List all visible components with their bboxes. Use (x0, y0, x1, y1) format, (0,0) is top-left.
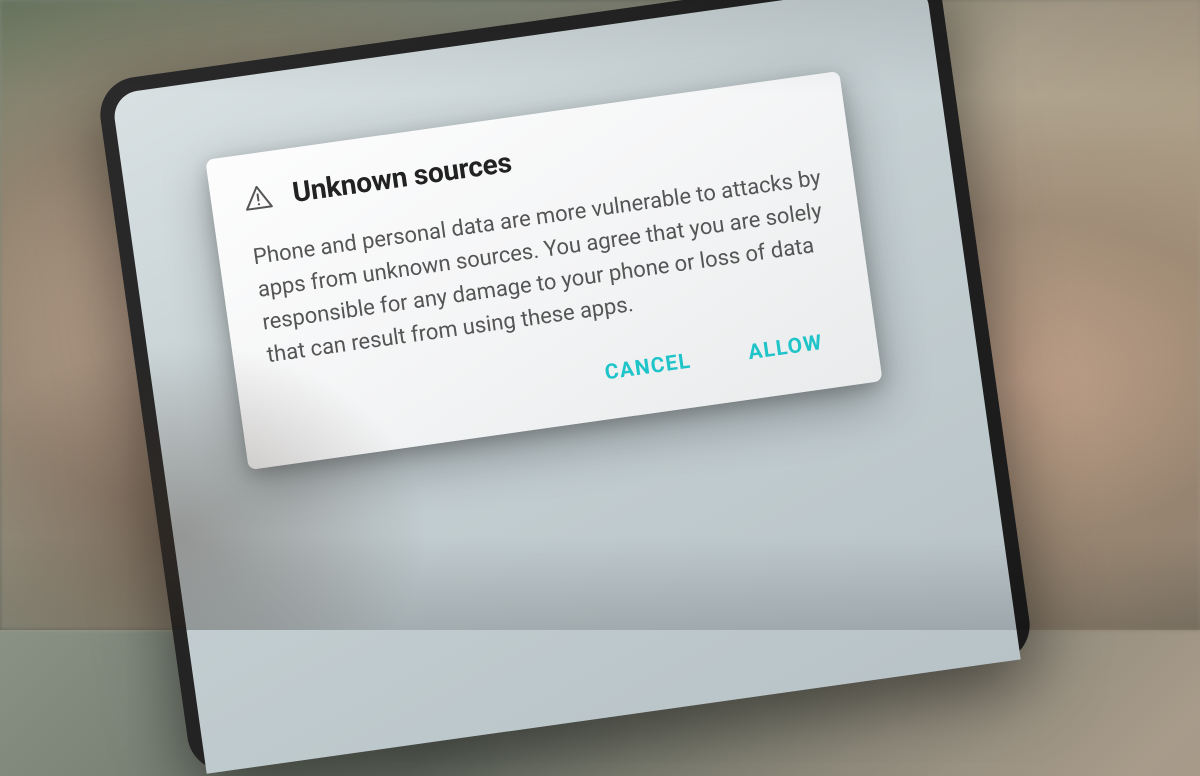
allow-button[interactable]: ALLOW (742, 323, 830, 374)
unknown-sources-dialog: Unknown sources Phone and personal data … (205, 71, 882, 470)
phone-screen: Unknown sources Phone and personal data … (111, 0, 1020, 774)
cancel-button[interactable]: CANCEL (598, 341, 697, 394)
dialog-title: Unknown sources (290, 146, 513, 209)
phone-frame: Unknown sources Phone and personal data … (95, 0, 1034, 776)
warning-triangle-icon (241, 181, 275, 215)
